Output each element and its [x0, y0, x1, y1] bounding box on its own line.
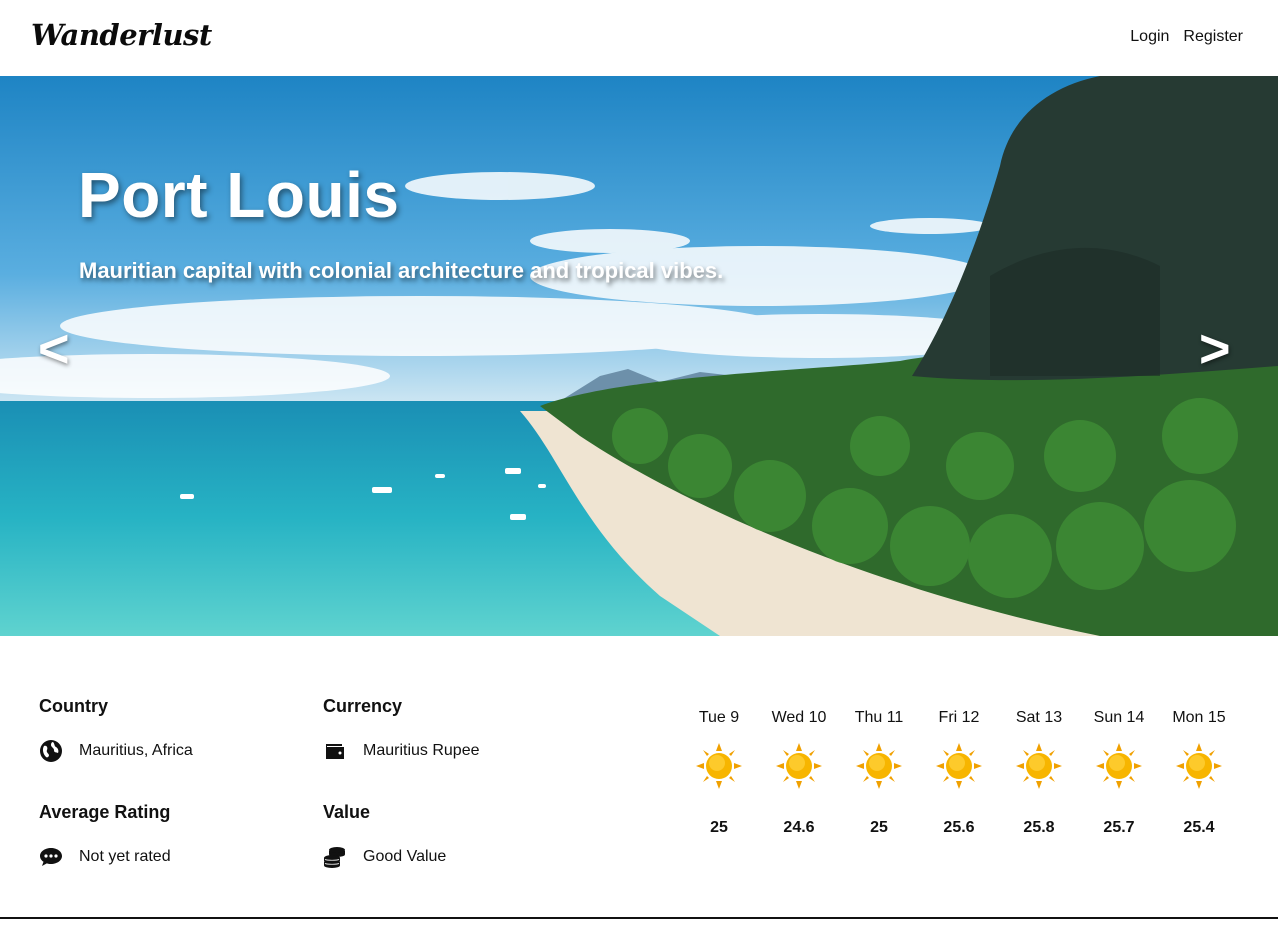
carousel-next-button[interactable]: >: [1199, 322, 1231, 376]
rating-block: Average Rating Not yet rated: [39, 802, 171, 869]
footer-divider: [0, 917, 1278, 919]
sun-icon: [1016, 743, 1062, 789]
comment-dots-icon: [40, 848, 62, 866]
sun-icon: [696, 743, 742, 789]
rating-value: Not yet rated: [79, 848, 171, 865]
forecast-temp: 25: [710, 819, 728, 836]
forecast-day: Sun 14 25.7: [1079, 708, 1159, 837]
site-logo[interactable]: Wanderlust: [31, 18, 212, 52]
country-value: Mauritius, Africa: [79, 742, 193, 759]
forecast-day: Thu 11 25: [839, 708, 919, 837]
forecast-day: Sat 13 25.8: [999, 708, 1079, 837]
sun-icon: [1176, 743, 1222, 789]
value-value: Good Value: [363, 848, 447, 865]
forecast-date: Sun 14: [1093, 709, 1145, 726]
globe-icon: [40, 740, 62, 762]
hero-carousel: Port Louis Mauritian capital with coloni…: [0, 76, 1278, 636]
weather-forecast: Tue 9 25 Wed 10 24.6 Thu 11 25 Fri 12 25…: [679, 708, 1239, 837]
top-navbar: Wanderlust Login Register: [0, 0, 1278, 76]
coins-icon: [324, 847, 345, 868]
value-heading: Value: [323, 802, 371, 822]
forecast-date: Fri 12: [938, 709, 980, 726]
forecast-date: Sat 13: [1015, 709, 1063, 726]
forecast-date: Thu 11: [854, 709, 904, 726]
register-link[interactable]: Register: [1183, 28, 1243, 46]
sun-icon: [856, 743, 902, 789]
forecast-day: Fri 12 25.6: [919, 708, 999, 837]
sun-icon: [1096, 743, 1142, 789]
forecast-temp: 25.4: [1183, 819, 1215, 836]
value-block: Value Good Value: [323, 802, 446, 869]
carousel-prev-button[interactable]: <: [38, 322, 70, 376]
forecast-temp: 25.8: [1023, 819, 1055, 836]
forecast-date: Tue 9: [698, 709, 740, 726]
currency-block: Currency Mauritius Rupee: [323, 696, 480, 763]
country-block: Country Mauritius, Africa: [39, 696, 193, 763]
forecast-temp: 25.6: [943, 819, 975, 836]
city-title: Port Louis: [78, 159, 400, 231]
city-description: Mauritian capital with colonial architec…: [79, 258, 724, 283]
forecast-day: Wed 10 24.6: [759, 708, 839, 837]
forecast-day: Mon 15 25.4: [1159, 708, 1239, 837]
forecast-temp: 25.7: [1103, 819, 1135, 836]
sun-icon: [936, 743, 982, 789]
forecast-date: Wed 10: [771, 709, 827, 726]
auth-nav: Login Register: [1130, 28, 1243, 46]
currency-value: Mauritius Rupee: [363, 742, 480, 759]
country-heading: Country: [39, 696, 108, 716]
rating-heading: Average Rating: [39, 802, 171, 822]
forecast-day: Tue 9 25: [679, 708, 759, 837]
sun-icon: [776, 743, 822, 789]
forecast-temp: 25: [870, 819, 888, 836]
currency-heading: Currency: [323, 696, 403, 716]
forecast-date: Mon 15: [1172, 709, 1226, 726]
forecast-temp: 24.6: [783, 819, 815, 836]
city-info-section: Country Mauritius, Africa Currency Mauri…: [0, 636, 1278, 918]
login-link[interactable]: Login: [1130, 28, 1169, 46]
wallet-icon: [326, 744, 344, 759]
